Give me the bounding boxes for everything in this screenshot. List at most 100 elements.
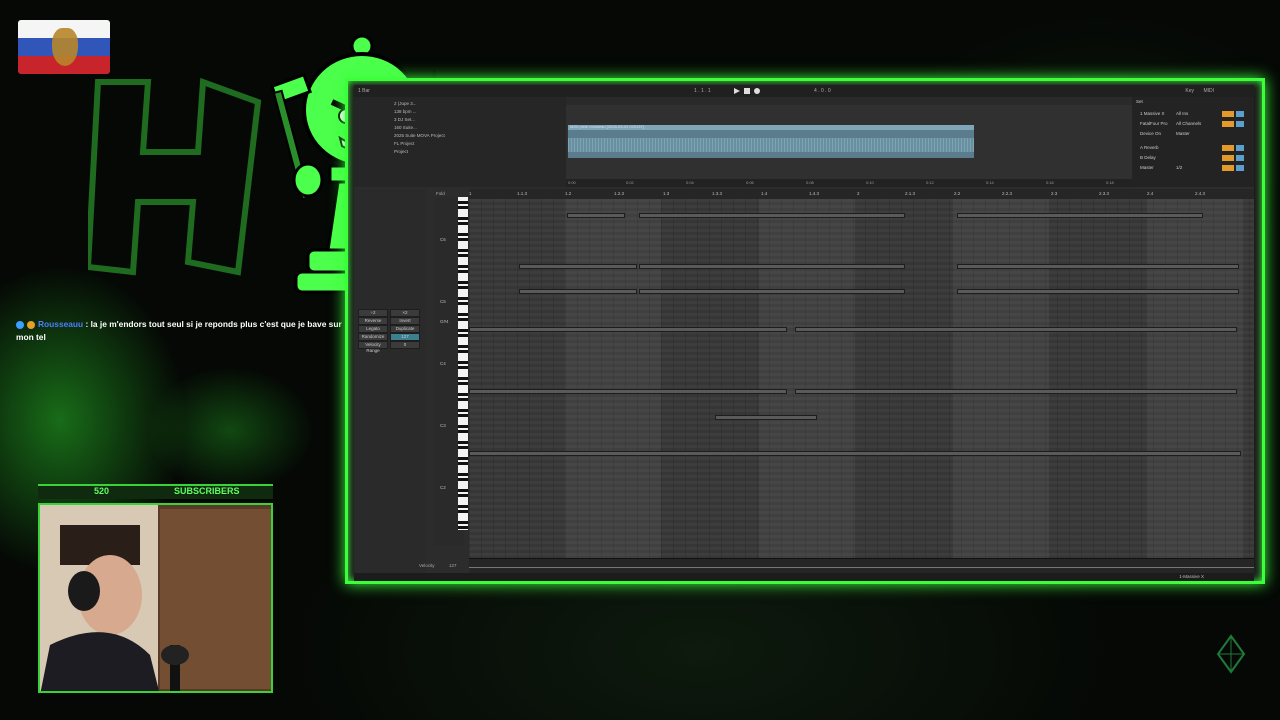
browser-item[interactable]: 2025 Suite MOVA Project bbox=[394, 133, 445, 138]
octave-label: C5 bbox=[440, 299, 446, 304]
div2-button[interactable]: ÷2 bbox=[358, 309, 388, 317]
selected-track-name[interactable]: 1-Massive X bbox=[1179, 574, 1204, 579]
time-mark: 0:16 bbox=[1046, 180, 1054, 185]
sub-badge-icon bbox=[27, 320, 35, 329]
beat-shade bbox=[953, 199, 1049, 559]
mul2-button[interactable]: ×2 bbox=[390, 309, 420, 317]
subscriber-count: 520 bbox=[94, 486, 110, 496]
loop-length[interactable]: 4 . 0 . 0 bbox=[814, 88, 831, 94]
velocity-line bbox=[469, 567, 1254, 568]
midi-note[interactable] bbox=[639, 213, 905, 218]
octave-label: C3 bbox=[440, 423, 446, 428]
browser-item[interactable]: 160 Suite... bbox=[394, 125, 417, 130]
browser-item[interactable]: FL Project bbox=[394, 141, 414, 146]
duplicate-button[interactable]: Duplicate bbox=[390, 325, 420, 333]
time-mark: 0:00 bbox=[568, 180, 576, 185]
status-bar: 1-Massive X bbox=[354, 573, 1254, 581]
reverse-button[interactable]: Reverse bbox=[358, 317, 388, 325]
octave-label: C2 bbox=[440, 485, 446, 490]
time-mark: 0:18 bbox=[1106, 180, 1114, 185]
time-mark: 0:14 bbox=[986, 180, 994, 185]
randomize-value[interactable]: 127 bbox=[390, 333, 420, 341]
browser-item[interactable]: Project bbox=[394, 149, 408, 154]
mixer-row[interactable]: FatalFour Pro All Channels bbox=[1136, 121, 1248, 128]
clip-name: MIDI piste rousseau [2026-03-01 020137] bbox=[570, 124, 644, 129]
browser-item[interactable]: 2 (Jupe 3... bbox=[394, 101, 417, 106]
time-mark: 0:10 bbox=[866, 180, 874, 185]
mixer-row[interactable]: Device On Master bbox=[1136, 131, 1248, 138]
time-ruler: 0:00 0:02 0:04 0:06 0:08 0:10 0:12 0:14 … bbox=[566, 179, 1132, 187]
arrangement-ruler[interactable] bbox=[566, 97, 1132, 105]
midi-note[interactable] bbox=[469, 327, 787, 332]
midi-clip[interactable]: MIDI piste rousseau [2026-03-01 020137] bbox=[568, 124, 974, 158]
play-icon[interactable] bbox=[734, 88, 740, 94]
octave-label: C4 bbox=[440, 361, 446, 366]
subscriber-label: SUBSCRIBERS bbox=[174, 486, 240, 496]
piano-keys[interactable] bbox=[458, 197, 468, 530]
midi-note[interactable] bbox=[469, 451, 1241, 456]
midi-note[interactable] bbox=[957, 264, 1239, 269]
piano-keyboard-panel: Fold C6 C5 G#4 C4 C3 C2 bbox=[434, 191, 468, 545]
velocity-label: Velocity bbox=[419, 563, 435, 568]
midi-note[interactable] bbox=[469, 389, 787, 394]
chat-badge-icon bbox=[16, 320, 24, 329]
chat-username: Rousseauu bbox=[38, 319, 84, 329]
beat-shade bbox=[1147, 199, 1243, 559]
note-editor-ruler[interactable]: 1 1.1.3 1.2 1.2.3 1.3 1.3.3 1.4 1.4.3 2 … bbox=[469, 189, 1254, 199]
mixer-panel: Set 1 Massive X All Ins FatalFour Pro All … bbox=[1132, 97, 1254, 187]
midi-note[interactable] bbox=[639, 264, 905, 269]
webcam-feed bbox=[38, 503, 273, 693]
octave-label: C6 bbox=[440, 237, 446, 242]
chat-message: Rousseauu : la je m'endors tout seul si … bbox=[16, 318, 346, 344]
coat-of-arms-icon bbox=[52, 28, 78, 66]
velocity-lane[interactable]: Velocity 127 bbox=[419, 558, 1254, 573]
tempo-select[interactable]: 1 Bar bbox=[358, 88, 370, 94]
velocity-range-label: Velocity Range bbox=[358, 341, 388, 353]
midi-note[interactable] bbox=[567, 213, 625, 218]
set-label: Set bbox=[1136, 99, 1143, 104]
midi-note[interactable] bbox=[795, 327, 1237, 332]
clip-content bbox=[568, 138, 974, 152]
time-mark: 0:02 bbox=[626, 180, 634, 185]
key-mapping-button[interactable]: Key bbox=[1185, 88, 1194, 94]
midi-note-editor[interactable]: 1 1.1.3 1.2 1.2.3 1.3 1.3.3 1.4 1.4.3 2 … bbox=[419, 189, 1254, 573]
browser-item[interactable]: 3 DJ Set... bbox=[394, 117, 415, 122]
stop-icon[interactable] bbox=[744, 88, 750, 94]
midi-note[interactable] bbox=[519, 264, 637, 269]
midi-note[interactable] bbox=[639, 289, 905, 294]
midi-note[interactable] bbox=[957, 289, 1239, 294]
mixer-row[interactable]: Master 1/2 bbox=[1136, 165, 1248, 172]
time-mark: 0:08 bbox=[806, 180, 814, 185]
transport-bar: 1 Bar 1 . 1 . 1 4 . 0 . 0 Key MIDI bbox=[354, 85, 1254, 97]
logo-watermark-icon bbox=[1216, 634, 1246, 674]
midi-note[interactable] bbox=[715, 415, 817, 420]
song-position[interactable]: 1 . 1 . 1 bbox=[694, 88, 711, 94]
legato-button[interactable]: Legato bbox=[358, 325, 388, 333]
invert-button[interactable]: Invert bbox=[390, 317, 420, 325]
midi-note[interactable] bbox=[795, 389, 1237, 394]
midi-note[interactable] bbox=[519, 289, 637, 294]
file-browser: 2 (Jupe 3... 138 bpm ... 3 DJ Set... 160… bbox=[354, 97, 567, 187]
mixer-row[interactable]: B Delay bbox=[1136, 155, 1248, 162]
mixer-row[interactable]: A Reverb bbox=[1136, 145, 1248, 152]
time-mark: 0:04 bbox=[686, 180, 694, 185]
fold-button[interactable]: Fold bbox=[436, 191, 445, 196]
record-icon[interactable] bbox=[754, 88, 760, 94]
time-mark: 0:12 bbox=[926, 180, 934, 185]
midi-mapping-button[interactable]: MIDI bbox=[1203, 88, 1214, 94]
subscriber-counter: 520 SUBSCRIBERS bbox=[38, 484, 273, 499]
velocity-value[interactable]: 127 bbox=[449, 563, 457, 568]
randomize-button[interactable]: Randomize bbox=[358, 333, 388, 341]
channel-logo-icon bbox=[88, 77, 262, 276]
clip-detail-panel: ÷2 ×2 Reverse Invert Legato Duplicate Ra… bbox=[354, 189, 426, 573]
mixer-row[interactable]: 1 Massive X All Ins bbox=[1136, 111, 1248, 118]
beat-shade bbox=[565, 199, 661, 559]
midi-note[interactable] bbox=[957, 213, 1203, 218]
beat-shade bbox=[759, 199, 855, 559]
velocity-range-value[interactable]: 0 bbox=[390, 341, 420, 349]
ableton-live: 1 Bar 1 . 1 . 1 4 . 0 . 0 Key MIDI 2 (Ju… bbox=[354, 85, 1254, 573]
octave-label: G#4 bbox=[440, 319, 449, 324]
arrangement-view[interactable]: MIDI piste rousseau [2026-03-01 020137] … bbox=[566, 97, 1132, 187]
time-mark: 0:06 bbox=[746, 180, 754, 185]
browser-item[interactable]: 138 bpm ... bbox=[394, 109, 417, 114]
